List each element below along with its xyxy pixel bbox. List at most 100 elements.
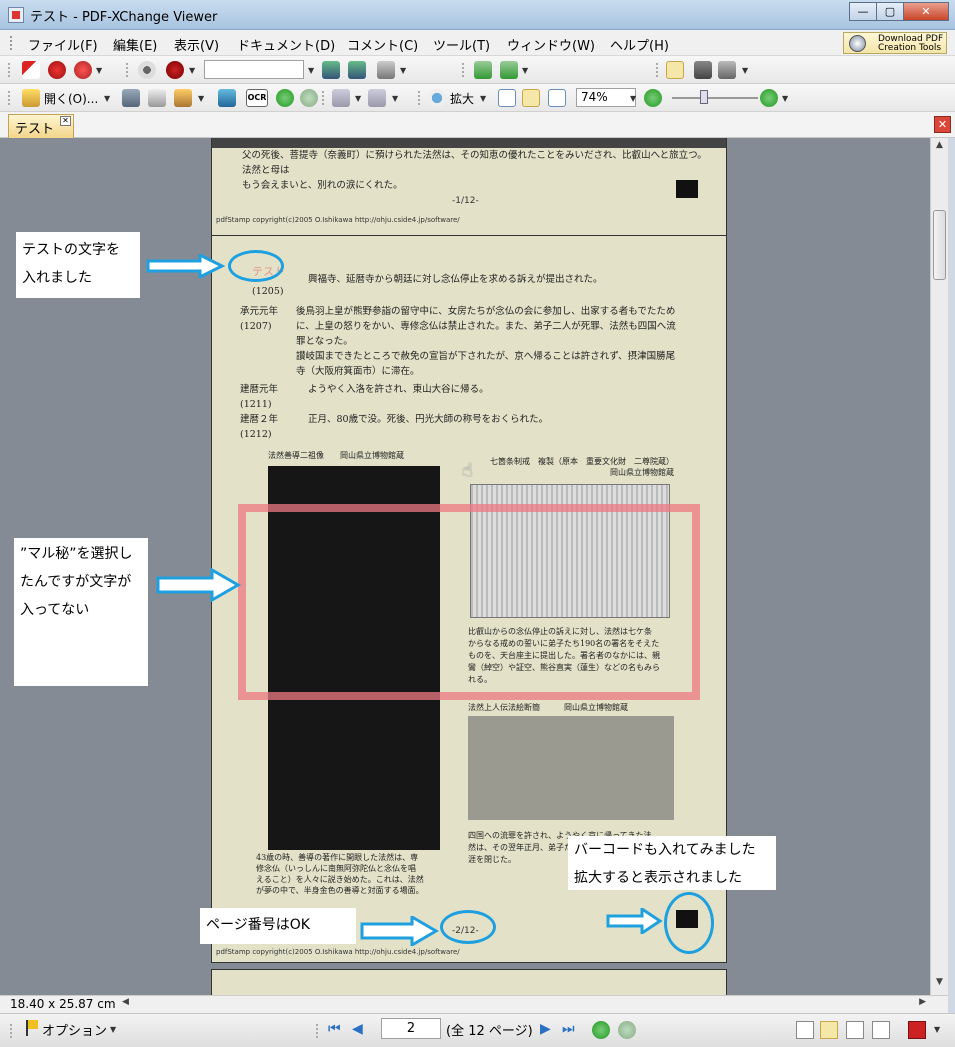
scroll-left-icon[interactable]: ◀ <box>122 997 129 1007</box>
select-dropdown-caret[interactable]: ▼ <box>742 66 748 75</box>
continuous-view-icon[interactable] <box>820 1021 838 1039</box>
zoom-in-plus-icon[interactable] <box>760 89 778 107</box>
hand-tool-icon[interactable] <box>666 61 684 79</box>
zoom-in-icon[interactable] <box>428 89 446 107</box>
close-window-button[interactable]: ✕ <box>903 2 949 21</box>
toolbar-grip[interactable] <box>418 91 422 105</box>
minimize-button[interactable]: — <box>849 2 877 21</box>
pdf-page-3 <box>212 970 726 995</box>
fit-width-icon[interactable] <box>548 89 566 107</box>
rotate-left-icon[interactable] <box>474 61 492 79</box>
menu-comment[interactable]: コメント(C) <box>347 35 418 54</box>
rotate-right-icon[interactable] <box>500 61 518 79</box>
options-dropdown-caret[interactable]: ▼ <box>110 1025 116 1034</box>
toolbar-grip[interactable] <box>462 63 466 77</box>
properties-icon[interactable] <box>377 61 395 79</box>
seal-dropdown-caret[interactable]: ▼ <box>96 66 102 75</box>
zoom-slider-thumb[interactable] <box>700 90 708 104</box>
ocr-button[interactable]: OCR <box>246 89 268 107</box>
statusbar-grip[interactable] <box>10 1024 14 1038</box>
single-page-view-icon[interactable] <box>796 1021 814 1039</box>
scroll-right-icon[interactable]: ▶ <box>919 997 926 1007</box>
scroll-down-icon[interactable]: ▼ <box>931 977 948 993</box>
email-icon[interactable] <box>174 89 192 107</box>
options-button[interactable]: オプション <box>42 1020 107 1039</box>
open-dropdown-caret[interactable]: ▼ <box>104 94 110 103</box>
history-back-icon[interactable] <box>592 1021 610 1039</box>
open-button[interactable]: 開く(O)... <box>44 90 98 107</box>
zoom-level-caret[interactable]: ▼ <box>630 94 636 103</box>
zoom-slider-track[interactable] <box>672 97 758 99</box>
save-icon[interactable] <box>122 89 140 107</box>
zoom-out-minus-icon[interactable] <box>644 89 662 107</box>
forward-arrow-icon[interactable] <box>300 89 318 107</box>
redo-dropdown-caret[interactable]: ▼ <box>392 94 398 103</box>
pen-tool-icon[interactable] <box>22 61 40 79</box>
zoom-level-select[interactable]: 74% <box>576 88 636 107</box>
previous-page-icon[interactable]: ◀ <box>352 1021 370 1039</box>
menubar-grip[interactable] <box>10 36 13 50</box>
search-input[interactable] <box>204 60 304 79</box>
search-dropdown-caret[interactable]: ▼ <box>308 66 314 75</box>
menu-help[interactable]: ヘルプ(H) <box>610 35 669 54</box>
close-document-icon[interactable]: ✕ <box>934 116 951 133</box>
menu-document[interactable]: ドキュメント(D) <box>237 35 335 54</box>
toolbar-grip[interactable] <box>8 63 12 77</box>
rotate-dropdown-caret[interactable]: ▼ <box>522 66 528 75</box>
scroll-thumb[interactable] <box>933 210 946 280</box>
continuous-facing-view-icon[interactable] <box>872 1021 890 1039</box>
find-previous-icon[interactable] <box>322 61 340 79</box>
export-icon[interactable] <box>218 89 236 107</box>
menu-view[interactable]: 表示(V) <box>174 35 219 54</box>
select-text-icon[interactable] <box>718 61 736 79</box>
document-viewport[interactable]: 父の死後、菩提寺（奈義町）に預けられた法然は、その知恵の優れたことをみいだされ、… <box>0 138 930 995</box>
snapshot-camera-icon[interactable] <box>694 61 712 79</box>
seal-icon[interactable] <box>74 61 92 79</box>
menu-tools[interactable]: ツール(T) <box>433 35 490 54</box>
document-tab-bar: テスト ✕ ✕ <box>0 112 955 138</box>
zoom-tool-dropdown-caret[interactable]: ▼ <box>480 94 486 103</box>
print-icon[interactable] <box>148 89 166 107</box>
pdf-icon[interactable] <box>908 1021 926 1039</box>
open-folder-icon[interactable] <box>22 89 40 107</box>
actual-size-icon[interactable] <box>498 89 516 107</box>
fig3-caption: 法然上人伝法絵断簡 岡山県立博物館蔵 <box>468 703 628 712</box>
maximize-button[interactable]: ▢ <box>876 2 904 21</box>
vertical-scrollbar[interactable]: ▲ ▼ <box>930 138 948 995</box>
find-dropdown-caret[interactable]: ▼ <box>189 66 195 75</box>
spellcheck-icon[interactable] <box>166 61 184 79</box>
zoom-toolbar-caret[interactable]: ▼ <box>782 94 788 103</box>
menu-edit[interactable]: 編集(E) <box>113 35 157 54</box>
email-dropdown-caret[interactable]: ▼ <box>198 94 204 103</box>
toolbar-grip[interactable] <box>8 91 12 105</box>
window-title: テスト - PDF-XChange Viewer <box>30 10 218 25</box>
find-next-icon[interactable] <box>348 61 366 79</box>
scroll-up-icon[interactable]: ▲ <box>931 140 948 156</box>
back-arrow-icon[interactable] <box>276 89 294 107</box>
properties-dropdown-caret[interactable]: ▼ <box>400 66 406 75</box>
next-page-icon[interactable]: ▶ <box>540 1021 558 1039</box>
toolbar-grip[interactable] <box>322 91 326 105</box>
undo-dropdown-caret[interactable]: ▼ <box>355 94 361 103</box>
undo-icon[interactable] <box>332 89 350 107</box>
zoom-in-button[interactable]: 拡大 <box>450 90 474 107</box>
tab-close-icon[interactable]: ✕ <box>60 116 71 126</box>
redo-icon[interactable] <box>368 89 386 107</box>
statusbar-grip[interactable] <box>316 1024 320 1038</box>
menu-file[interactable]: ファイル(F) <box>28 35 98 54</box>
facing-view-icon[interactable] <box>846 1021 864 1039</box>
history-forward-icon[interactable] <box>618 1021 636 1039</box>
last-page-icon[interactable]: ⏭ <box>562 1021 580 1039</box>
pdf-dropdown-caret[interactable]: ▼ <box>934 1025 940 1034</box>
binoculars-icon[interactable] <box>138 61 156 79</box>
toolbar-grip[interactable] <box>126 63 130 77</box>
tab-test-document[interactable]: テスト ✕ <box>8 114 74 138</box>
menu-window[interactable]: ウィンドウ(W) <box>507 35 595 54</box>
download-pdf-tools-button[interactable]: Download PDF Creation Tools <box>843 32 947 54</box>
annotation-callout-stamp: テストの文字を 入れました <box>16 232 140 298</box>
first-page-icon[interactable]: ⏮ <box>328 1021 346 1039</box>
fit-page-icon[interactable] <box>522 89 540 107</box>
toolbar-grip[interactable] <box>656 63 660 77</box>
page-number-input[interactable]: 2 <box>381 1018 441 1039</box>
stamp-icon[interactable] <box>48 61 66 79</box>
